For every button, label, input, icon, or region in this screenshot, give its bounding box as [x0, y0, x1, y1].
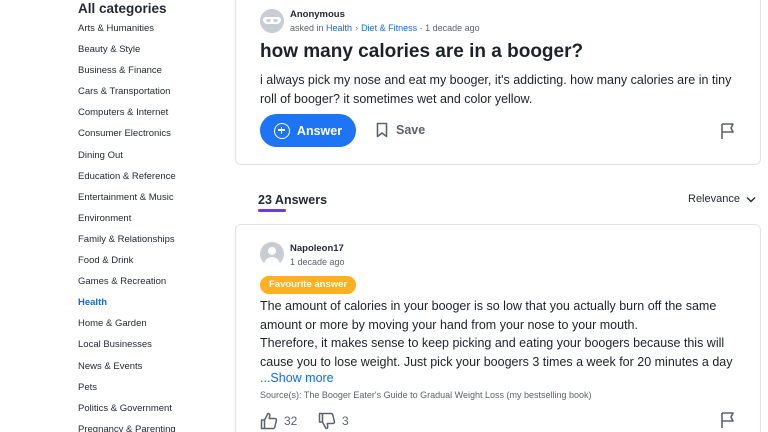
chevron-down-icon	[746, 196, 756, 202]
sidebar-item[interactable]: Health	[78, 296, 176, 317]
sort-dropdown[interactable]: Relevance	[688, 193, 756, 205]
question-meta: asked in Health › Diet & Fitness · 1 decad…	[290, 23, 480, 33]
answer-time: 1 decade ago	[290, 257, 345, 267]
answer-button[interactable]: Answer	[260, 114, 356, 147]
sidebar-item[interactable]: Beauty & Style	[78, 43, 176, 64]
plus-circle-icon	[273, 122, 290, 139]
sidebar-item[interactable]: Arts & Humanities	[78, 22, 176, 43]
subcategory-link[interactable]: Diet & Fitness	[361, 23, 417, 33]
question-title: how many calories are in a booger?	[260, 41, 584, 62]
category-list: Arts & Humanities Beauty & Style Business …	[78, 22, 176, 432]
sidebar-item[interactable]: Dining Out	[78, 149, 176, 170]
sidebar-item[interactable]: Pets	[78, 381, 176, 402]
sidebar-item[interactable]: Business & Finance	[78, 64, 176, 85]
sidebar-item[interactable]: Cars & Transportation	[78, 85, 176, 106]
upvote-button[interactable]: 32	[260, 412, 297, 430]
downvote-button[interactable]: 3	[318, 412, 349, 430]
active-tab-underline	[258, 209, 286, 212]
category-link[interactable]: Health	[326, 23, 352, 33]
show-more-link[interactable]: ...Show more	[260, 371, 334, 385]
question-body: i always pick my nose and eat my booger,…	[260, 73, 732, 106]
answer-button-label: Answer	[296, 123, 343, 138]
answer-line: The amount of calories in your booger is…	[260, 299, 717, 313]
sidebar-item[interactable]: Entertainment & Music	[78, 191, 176, 212]
answer-card: Napoleon17 1 decade ago Favourite answer…	[235, 224, 761, 432]
report-flag-icon[interactable]	[720, 122, 736, 140]
upvote-count: 32	[284, 414, 298, 428]
sidebar-item[interactable]: Computers & Internet	[78, 106, 176, 127]
sort-label: Relevance	[688, 193, 740, 205]
sidebar-item[interactable]: Politics & Government	[78, 402, 176, 423]
sidebar-item[interactable]: Local Businesses	[78, 338, 176, 359]
sidebar-item[interactable]: Food & Drink	[78, 254, 176, 275]
asker-name[interactable]: Anonymous	[290, 9, 345, 20]
sidebar-item[interactable]: Home & Garden	[78, 317, 176, 338]
asked-in-label: asked in	[290, 23, 324, 33]
sidebar-item[interactable]: Education & Reference	[78, 170, 176, 191]
answer-source: Source(s): The Booger Eater's Guide to G…	[260, 390, 592, 400]
report-flag-icon[interactable]	[720, 411, 736, 429]
sidebar-item[interactable]: Consumer Electronics	[78, 127, 176, 148]
answer-line: cause you to lose weight. Just pick your…	[260, 354, 733, 369]
bookmark-icon	[376, 122, 388, 138]
anonymous-avatar-icon	[260, 9, 284, 33]
sidebar-item[interactable]: News & Events	[78, 360, 176, 381]
sidebar-item[interactable]: Pregnancy & Parenting	[78, 423, 176, 432]
answer-line: Therefore, it makes sense to keep pickin…	[260, 336, 725, 350]
sidebar-item[interactable]: Family & Relationships	[78, 233, 176, 254]
sidebar-item[interactable]: Environment	[78, 212, 176, 233]
sidebar-item[interactable]: Games & Recreation	[78, 275, 176, 296]
answers-count-tab[interactable]: 23 Answers	[258, 193, 327, 207]
downvote-count: 3	[342, 414, 349, 428]
save-button[interactable]: Save	[376, 116, 425, 144]
favourite-answer-badge: Favourite answer	[260, 276, 357, 294]
question-card: Anonymous asked in Health › Diet & Fitness…	[235, 0, 761, 165]
answer-body: The amount of calories in your booger is…	[260, 297, 740, 371]
answer-author[interactable]: Napoleon17	[290, 243, 344, 254]
user-avatar-icon[interactable]	[260, 242, 284, 266]
thumbs-up-icon	[260, 412, 278, 430]
thumbs-down-icon	[318, 412, 336, 430]
question-time: · 1 decade ago	[419, 23, 480, 33]
sidebar-title: All categories	[78, 1, 167, 16]
chevron-right-icon: ›	[355, 23, 359, 33]
answer-line: amount or more by moving your hand from …	[260, 317, 638, 332]
save-button-label: Save	[396, 123, 426, 137]
